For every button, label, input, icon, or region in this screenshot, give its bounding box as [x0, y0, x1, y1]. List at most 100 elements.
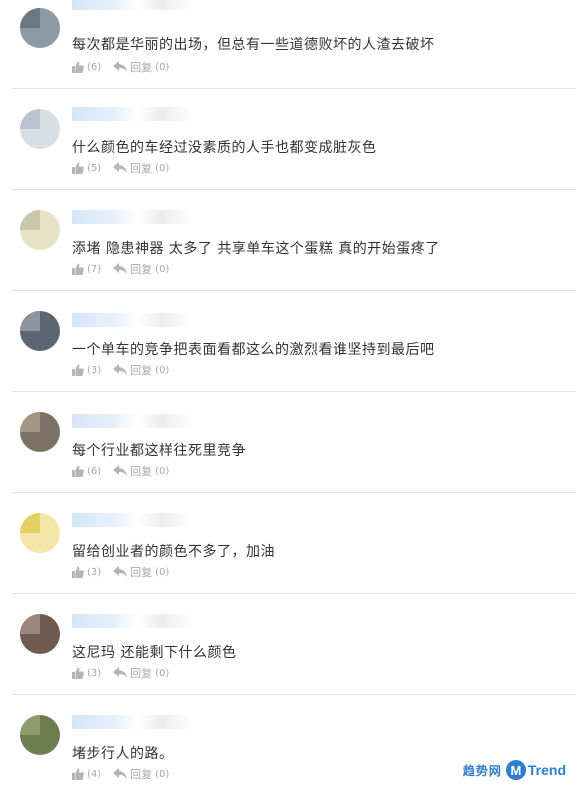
reply-label: 回复 — [130, 263, 153, 276]
comment-item: 每次都是华丽的出场，但总有一些道德败坏的人渣去破坏 (6) 回复 (0) — [0, 0, 576, 89]
avatar[interactable] — [20, 8, 60, 48]
watermark-cn: 趋势网 — [462, 763, 502, 778]
reply-count: (0) — [155, 364, 170, 376]
comment-text: 这尼玛 还能剩下什么颜色 — [72, 645, 237, 661]
reply-button[interactable]: 回复 (0) — [113, 766, 169, 782]
avatar[interactable] — [20, 715, 60, 755]
reply-button[interactable]: 回复 (0) — [113, 59, 169, 75]
reply-count: (0) — [155, 465, 170, 477]
like-button[interactable]: (4) — [72, 768, 101, 780]
thumbs-up-icon — [72, 162, 84, 174]
comment-actions: (4) 回复 (0) — [72, 766, 169, 782]
reply-arrow-icon — [113, 61, 128, 73]
reply-arrow-icon — [113, 162, 128, 174]
avatar[interactable] — [20, 210, 60, 250]
username[interactable] — [72, 715, 192, 729]
comment-item: 每个行业都这样往死里竞争 (6) 回复 (0) — [0, 392, 576, 493]
like-count: (5) — [87, 162, 102, 174]
thumbs-up-icon — [72, 768, 84, 780]
trend-logo-icon: M — [505, 760, 526, 780]
reply-label: 回复 — [130, 667, 153, 680]
comment-item: 添堵 隐患神器 太多了 共享单车这个蛋糕 真的开始蛋疼了 (7) 回复 (0) — [0, 190, 576, 291]
avatar[interactable] — [20, 513, 60, 553]
comment-actions: (3) 回复 (0) — [72, 362, 169, 378]
reply-count: (0) — [155, 263, 170, 275]
like-count: (3) — [87, 566, 102, 578]
reply-count: (0) — [155, 667, 170, 679]
reply-label: 回复 — [130, 364, 153, 377]
like-count: (3) — [87, 667, 102, 679]
like-button[interactable]: (6) — [72, 465, 101, 477]
like-button[interactable]: (6) — [72, 61, 101, 73]
comment-text: 留给创业者的颜色不多了，加油 — [72, 544, 275, 560]
avatar[interactable] — [20, 109, 60, 149]
reply-count: (0) — [155, 61, 170, 73]
like-button[interactable]: (7) — [72, 263, 101, 275]
like-count: (6) — [87, 465, 102, 477]
reply-label: 回复 — [130, 566, 153, 579]
like-button[interactable]: (3) — [72, 566, 101, 578]
like-button[interactable]: (3) — [72, 667, 101, 679]
username[interactable] — [72, 210, 192, 224]
reply-arrow-icon — [113, 768, 128, 780]
reply-button[interactable]: 回复 (0) — [113, 463, 169, 479]
reply-count: (0) — [155, 566, 170, 578]
reply-button[interactable]: 回复 (0) — [113, 564, 169, 580]
comment-text: 每个行业都这样往死里竞争 — [72, 443, 246, 459]
like-count: (4) — [87, 768, 102, 780]
comment-item: 留给创业者的颜色不多了，加油 (3) 回复 (0) — [0, 493, 576, 594]
reply-label: 回复 — [130, 61, 153, 74]
username[interactable] — [72, 414, 192, 428]
reply-count: (0) — [155, 162, 170, 174]
comment-actions: (3) 回复 (0) — [72, 564, 169, 580]
avatar[interactable] — [20, 614, 60, 654]
comment-text: 每次都是华丽的出场，但总有一些道德败坏的人渣去破坏 — [72, 37, 435, 53]
comment-text: 堵步行人的路。 — [72, 746, 174, 762]
comment-actions: (6) 回复 (0) — [72, 463, 169, 479]
reply-arrow-icon — [113, 263, 128, 275]
thumbs-up-icon — [72, 566, 84, 578]
thumbs-up-icon — [72, 61, 84, 73]
reply-count: (0) — [155, 768, 170, 780]
username[interactable] — [72, 0, 192, 10]
comment-item: 一个单车的竞争把表面看都这么的激烈看谁坚持到最后吧 (3) 回复 (0) — [0, 291, 576, 392]
comment-text: 添堵 隐患神器 太多了 共享单车这个蛋糕 真的开始蛋疼了 — [72, 241, 440, 257]
reply-arrow-icon — [113, 566, 128, 578]
comment-item: 这尼玛 还能剩下什么颜色 (3) 回复 (0) — [0, 594, 576, 695]
watermark: 趋势网 M Trend — [463, 760, 566, 780]
like-count: (3) — [87, 364, 102, 376]
reply-button[interactable]: 回复 (0) — [113, 665, 169, 681]
thumbs-up-icon — [72, 364, 84, 376]
comment-actions: (6) 回复 (0) — [72, 59, 169, 75]
reply-arrow-icon — [113, 667, 128, 679]
like-count: (6) — [87, 61, 102, 73]
comment-actions: (3) 回复 (0) — [72, 665, 169, 681]
thumbs-up-icon — [72, 263, 84, 275]
reply-arrow-icon — [113, 465, 128, 477]
reply-label: 回复 — [130, 162, 153, 175]
thumbs-up-icon — [72, 465, 84, 477]
thumbs-up-icon — [72, 667, 84, 679]
username[interactable] — [72, 513, 192, 527]
comment-list: 每次都是华丽的出场，但总有一些道德败坏的人渣去破坏 (6) 回复 (0) 什么颜… — [0, 0, 576, 790]
like-button[interactable]: (5) — [72, 162, 101, 174]
reply-button[interactable]: 回复 (0) — [113, 261, 169, 277]
comment-text: 什么颜色的车经过没素质的人手也都变成脏灰色 — [72, 140, 377, 156]
comment-item: 什么颜色的车经过没素质的人手也都变成脏灰色 (5) 回复 (0) — [0, 89, 576, 190]
reply-label: 回复 — [130, 465, 153, 478]
reply-button[interactable]: 回复 (0) — [113, 362, 169, 378]
username[interactable] — [72, 614, 192, 628]
avatar[interactable] — [20, 311, 60, 351]
avatar[interactable] — [20, 412, 60, 452]
comment-actions: (7) 回复 (0) — [72, 261, 169, 277]
reply-label: 回复 — [130, 768, 153, 781]
username[interactable] — [72, 107, 192, 121]
reply-button[interactable]: 回复 (0) — [113, 160, 169, 176]
like-count: (7) — [87, 263, 102, 275]
username[interactable] — [72, 313, 192, 327]
comment-text: 一个单车的竞争把表面看都这么的激烈看谁坚持到最后吧 — [72, 342, 435, 358]
like-button[interactable]: (3) — [72, 364, 101, 376]
watermark-en: Trend — [527, 762, 566, 778]
comment-actions: (5) 回复 (0) — [72, 160, 169, 176]
reply-arrow-icon — [113, 364, 128, 376]
